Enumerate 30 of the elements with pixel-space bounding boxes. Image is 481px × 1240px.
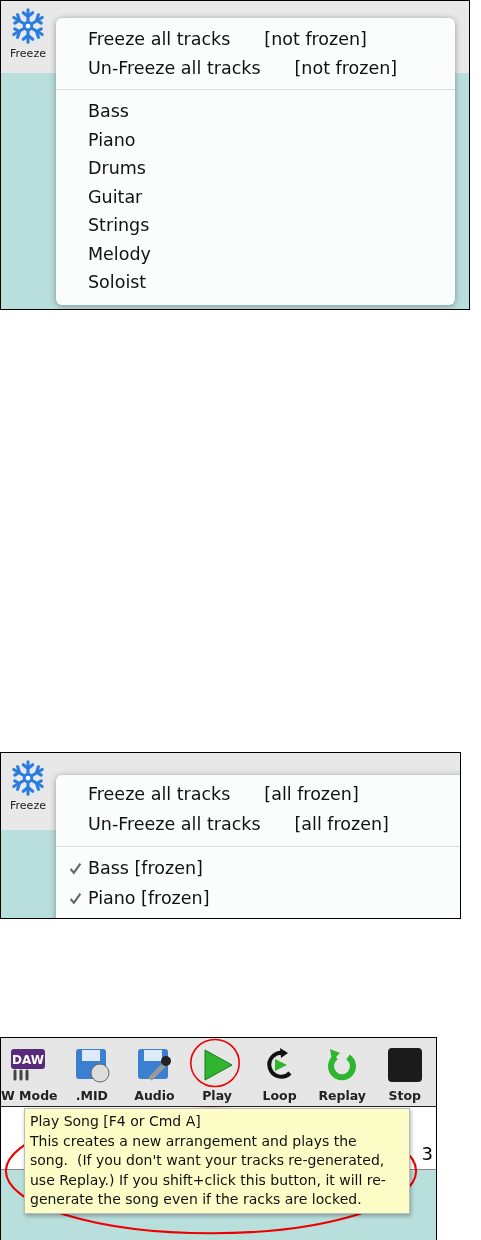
toolbar-button[interactable]: Play [185, 1043, 249, 1106]
freeze-button[interactable]: Freeze [1, 1, 47, 60]
menu-item[interactable]: Freeze all tracks [all frozen] [88, 780, 460, 810]
table-cell: 3 [421, 1143, 433, 1164]
menu-item[interactable]: Melody [69, 239, 455, 268]
stop-icon [386, 1047, 423, 1083]
menu-item[interactable]: Drums [69, 154, 455, 183]
menu-item[interactable]: Soloist [69, 268, 455, 297]
floppy-microphone-icon [136, 1047, 173, 1083]
snowflake-icon [9, 7, 47, 45]
toolbar-button[interactable]: Replay [310, 1043, 374, 1106]
toolbar-button[interactable]: Loop [248, 1043, 311, 1106]
menu-item[interactable]: Strings [69, 211, 455, 240]
toolbar-button[interactable]: Audio [123, 1043, 186, 1106]
menu-item[interactable]: Freeze all tracks [not frozen] [88, 25, 455, 54]
menu-item[interactable]: Piano [frozen] [69, 883, 460, 913]
menu-item[interactable]: Un-Freeze all tracks [not frozen] [88, 53, 455, 82]
menu-item[interactable]: Bass [69, 97, 455, 126]
toolbar-button[interactable]: DAW W Mode [1, 1043, 61, 1106]
tooltip-title: Play Song [F4 or Cmd A] [30, 1112, 202, 1131]
toolbar-button[interactable]: Stop [373, 1043, 436, 1106]
menu-item[interactable]: Guitar [69, 182, 455, 211]
snowflake-icon [9, 759, 47, 797]
freeze-button[interactable]: Freeze [1, 753, 47, 812]
menu-item[interactable]: Piano [69, 125, 455, 154]
menu-item[interactable]: Un-Freeze all tracks [all frozen] [88, 809, 460, 839]
tooltip-text: This creates a new arrangement and plays the song. (If you don't want your tracks re-generated, use Replay.) If you shift+click this button, it will re-generate the song even if the racks are locked. [30, 1131, 387, 1209]
menu-item[interactable]: Bass [frozen] [69, 854, 460, 884]
floppy-disk-icon [73, 1047, 110, 1083]
toolbar-button[interactable]: .MID [60, 1043, 124, 1106]
